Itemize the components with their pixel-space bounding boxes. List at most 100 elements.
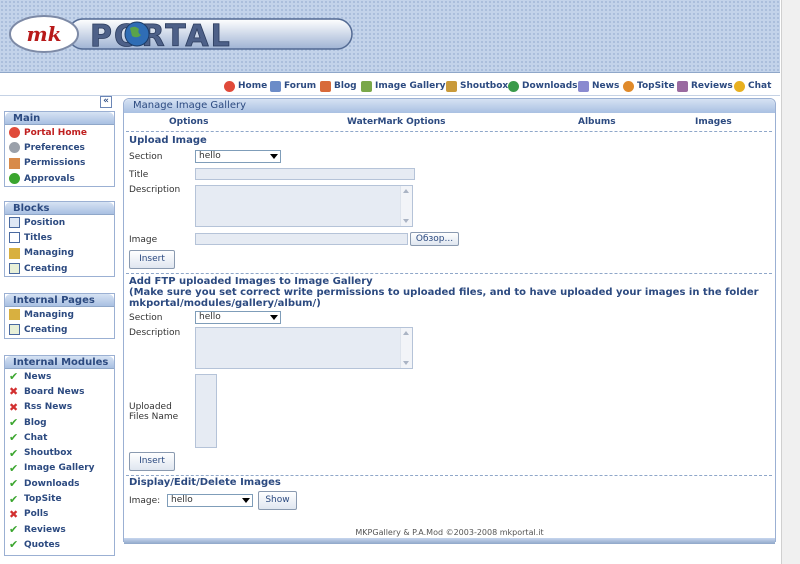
cross-icon: ✖ <box>9 507 19 521</box>
page-title: Manage Image Gallery <box>124 99 775 113</box>
gallery-icon <box>361 80 372 92</box>
check-icon: ✔ <box>9 446 19 460</box>
uploaded-files-list[interactable] <box>195 374 217 448</box>
sidebar-item-module-quotes[interactable]: ✔ Quotes <box>5 537 114 552</box>
ftp-insert-button[interactable]: Insert <box>129 452 175 471</box>
block-title: Internal Modules <box>5 356 114 369</box>
managing-icon <box>9 247 20 259</box>
sidebar-item-position[interactable]: Position <box>5 215 114 230</box>
nav-chat[interactable]: Chat <box>734 79 771 93</box>
sidebar-item-pages-creating[interactable]: Creating <box>5 322 114 337</box>
titles-icon <box>9 232 20 244</box>
forum-icon <box>270 80 281 92</box>
sidebar-item-preferences[interactable]: Preferences <box>5 140 114 155</box>
creating-icon <box>9 263 20 275</box>
sidebar-block-internal-pages: Internal Pages Managing Creating <box>4 293 115 339</box>
ftp-heading: Add FTP uploaded Images to Image Gallery <box>129 276 373 287</box>
users-icon <box>9 157 20 169</box>
sidebar-item-module-blog[interactable]: ✔ Blog <box>5 415 114 430</box>
files-label: Uploaded <box>129 402 172 412</box>
chevron-down-icon <box>270 315 278 320</box>
check-icon: ✔ <box>9 431 19 445</box>
check-icon: ✔ <box>9 370 19 384</box>
upload-title-input[interactable] <box>195 168 415 180</box>
scroll-up-icon <box>403 189 409 193</box>
textarea-scrollbar[interactable] <box>400 186 412 226</box>
svg-text:PORTAL: PORTAL <box>90 19 232 54</box>
top-nav: Home Forum Blog Image Gallery Shoutbox D… <box>0 74 780 96</box>
sidebar-item-module-downloads[interactable]: ✔ Downloads <box>5 476 114 491</box>
upload-heading: Upload Image <box>129 135 207 146</box>
sidebar-item-blocks-creating[interactable]: Creating <box>5 261 114 276</box>
nav-topsite[interactable]: TopSite <box>623 79 675 93</box>
topsite-icon <box>623 80 634 92</box>
upload-section-select[interactable]: hello <box>195 150 281 163</box>
divider <box>126 475 772 476</box>
block-title: Internal Pages <box>5 294 114 307</box>
show-button[interactable]: Show <box>258 491 297 510</box>
scroll-down-icon <box>403 361 409 365</box>
section-label: Section <box>129 313 163 323</box>
tab-albums[interactable]: Albums <box>578 117 616 127</box>
footer-credits: MKPGallery & P.A.Mod ©2003-2008 mkportal… <box>355 528 544 537</box>
sidebar-item-module-rss-news[interactable]: ✖ Rss News <box>5 400 114 415</box>
sidebar-item-pages-managing[interactable]: Managing <box>5 307 114 322</box>
nav-news[interactable]: News <box>578 79 619 93</box>
display-image-select[interactable]: hello <box>167 494 253 507</box>
nav-forum[interactable]: Forum <box>270 79 316 93</box>
nav-blog[interactable]: Blog <box>320 79 357 93</box>
sidebar-item-module-image-gallery[interactable]: ✔ Image Gallery <box>5 461 114 476</box>
section-label: Section <box>129 152 163 162</box>
sidebar-item-blocks-managing[interactable]: Managing <box>5 246 114 261</box>
upload-description-textarea[interactable] <box>195 185 413 227</box>
news-icon <box>578 80 589 92</box>
ftp-section-select[interactable]: hello <box>195 311 281 324</box>
sidebar-item-module-board-news[interactable]: ✖ Board News <box>5 384 114 399</box>
tab-options[interactable]: Options <box>169 117 208 127</box>
nav-home[interactable]: Home <box>224 79 267 93</box>
ftp-folder-path: mkportal/modules/gallery/album/) <box>129 298 321 309</box>
downloads-icon <box>508 80 519 92</box>
cross-icon: ✖ <box>9 385 19 399</box>
upload-insert-button[interactable]: Insert <box>129 250 175 269</box>
files-label: Files Name <box>129 412 179 422</box>
tab-images[interactable]: Images <box>695 117 732 127</box>
nav-reviews[interactable]: Reviews <box>677 79 733 93</box>
sidebar-block-main: Main Portal Home Preferences Permissions… <box>4 111 115 187</box>
check-icon: ✔ <box>9 492 19 506</box>
nav-image-gallery[interactable]: Image Gallery <box>361 79 446 93</box>
tab-watermark-options[interactable]: WaterMark Options <box>347 117 446 127</box>
sidebar-item-portal-home[interactable]: Portal Home <box>5 125 114 140</box>
upload-file-input[interactable] <box>195 233 408 245</box>
sidebar-item-titles[interactable]: Titles <box>5 230 114 245</box>
page-scrollbar[interactable] <box>781 0 800 564</box>
home-icon <box>9 127 20 139</box>
check-icon: ✔ <box>9 523 19 537</box>
browse-button[interactable]: Обзор... <box>410 232 459 246</box>
cross-icon: ✖ <box>9 400 19 414</box>
sidebar-item-module-polls[interactable]: ✖ Polls <box>5 507 114 522</box>
gallery-tabs: Options WaterMark Options Albums Images <box>124 114 775 130</box>
scroll-down-icon <box>403 219 409 223</box>
ftp-description-textarea[interactable] <box>195 327 413 369</box>
check-icon: ✔ <box>9 416 19 430</box>
collapse-sidebar-button[interactable]: « <box>100 96 112 108</box>
svg-text:mk: mk <box>26 22 61 46</box>
mkportal-logo[interactable]: mk PORTAL <box>8 14 354 54</box>
textarea-scrollbar[interactable] <box>400 328 412 368</box>
sidebar-item-module-reviews[interactable]: ✔ Reviews <box>5 522 114 537</box>
header-banner: mk PORTAL <box>0 0 780 73</box>
sidebar-item-module-news[interactable]: ✔ News <box>5 369 114 384</box>
sidebar-item-module-topsite[interactable]: ✔ TopSite <box>5 491 114 506</box>
chevron-down-icon <box>242 498 250 503</box>
block-title: Main <box>5 112 114 125</box>
divider <box>126 273 772 274</box>
nav-shoutbox[interactable]: Shoutbox <box>446 79 508 93</box>
gear-icon <box>9 142 20 154</box>
home-icon <box>224 80 235 92</box>
nav-downloads[interactable]: Downloads <box>508 79 578 93</box>
sidebar-item-module-shoutbox[interactable]: ✔ Shoutbox <box>5 445 114 460</box>
sidebar-item-permissions[interactable]: Permissions <box>5 156 114 171</box>
sidebar-item-module-chat[interactable]: ✔ Chat <box>5 430 114 445</box>
sidebar-item-approvals[interactable]: Approvals <box>5 171 114 186</box>
